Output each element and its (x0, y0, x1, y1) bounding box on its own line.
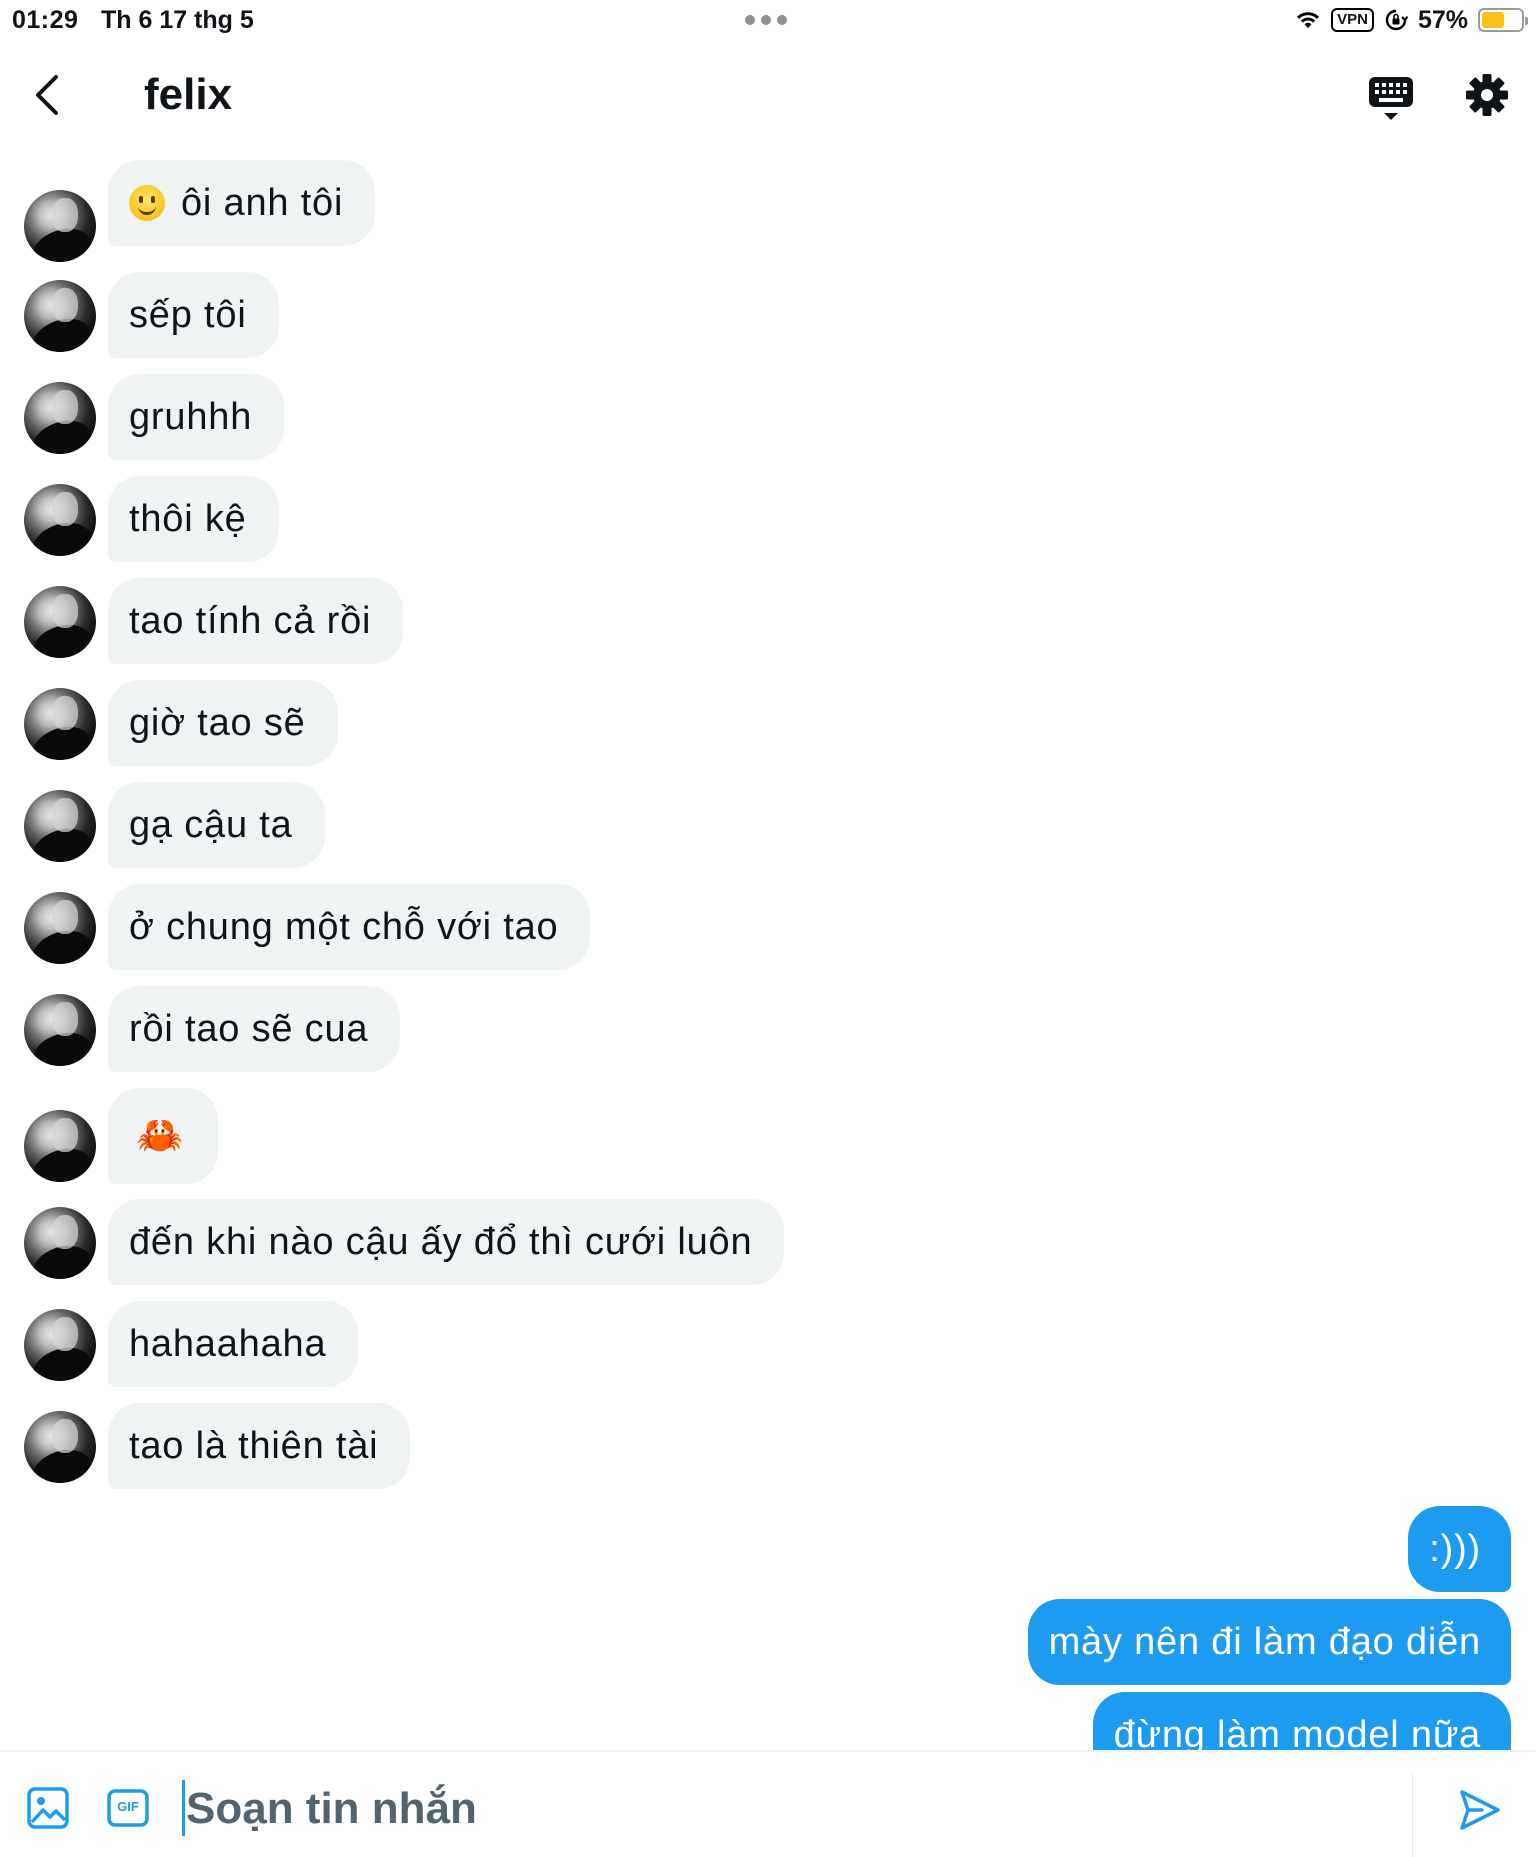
vpn-badge: VPN (1331, 8, 1374, 32)
incoming-message-bubble[interactable]: 🦀 (108, 1088, 219, 1184)
status-bar: 01:29 Th 6 17 thg 5 VPN 57% (0, 0, 1536, 40)
orientation-lock-icon (1385, 9, 1408, 31)
avatar[interactable] (24, 994, 96, 1066)
avatar[interactable] (24, 280, 96, 352)
message-composer: GIF (0, 1750, 1536, 1857)
incoming-message-bubble[interactable]: sếp tôi (108, 272, 279, 358)
gif-label: GIF (117, 1799, 139, 1814)
incoming-message-bubble[interactable]: tao là thiên tài (108, 1403, 411, 1489)
status-time: 01:29 (12, 6, 79, 34)
incoming-message-bubble[interactable]: gạ cậu ta (108, 782, 325, 868)
incoming-message-bubble[interactable]: ôi anh tôi (108, 160, 376, 246)
avatar[interactable] (24, 688, 96, 760)
incoming-message-bubble[interactable]: hahaahaha (108, 1301, 359, 1387)
incoming-message-bubble[interactable]: rồi tao sẽ cua (108, 986, 401, 1072)
avatar[interactable] (24, 1110, 96, 1182)
composer-divider (1412, 1774, 1413, 1857)
message-input[interactable] (182, 1766, 1382, 1852)
avatar[interactable] (24, 1207, 96, 1279)
avatar[interactable] (24, 382, 96, 454)
status-date: Th 6 17 thg 5 (101, 6, 254, 34)
battery-icon (1478, 8, 1528, 32)
keyboard-icon (1369, 77, 1413, 120)
avatar[interactable] (24, 892, 96, 964)
status-indicators: VPN 57% (1295, 4, 1528, 36)
battery-percent: 57% (1417, 5, 1468, 34)
incoming-message-bubble[interactable]: gruhhh (108, 374, 285, 460)
conversation-header: felix (0, 55, 1536, 135)
keyboard-button[interactable] (1365, 73, 1417, 123)
outgoing-message-bubble[interactable]: đừng làm model nữa (1092, 1692, 1511, 1750)
add-image-button[interactable] (26, 1786, 70, 1830)
gear-icon (1466, 74, 1508, 116)
incoming-message-bubble[interactable]: tao tính cả rồi (108, 578, 404, 664)
incoming-message-bubble[interactable]: thôi kệ (108, 476, 279, 562)
avatar[interactable] (24, 1309, 96, 1381)
avatar[interactable] (24, 190, 96, 262)
wifi-icon (1297, 12, 1320, 28)
incoming-message-bubble[interactable]: giờ tao sẽ (108, 680, 338, 766)
send-icon (1460, 1790, 1500, 1830)
incoming-message-bubble[interactable]: đến khi nào cậu ấy đổ thì cưới luôn (108, 1199, 785, 1285)
back-button[interactable] (22, 70, 72, 120)
send-button[interactable] (1458, 1788, 1502, 1832)
outgoing-message-bubble[interactable]: mày nên đi làm đạo diễn (1027, 1599, 1511, 1685)
avatar[interactable] (24, 1411, 96, 1483)
incoming-message-bubble[interactable]: ở chung một chỗ với tao (108, 884, 591, 970)
smiling-face-icon (129, 185, 165, 221)
message-list[interactable]: ôi anh tôi sếp tôi gruhhh thôi kệ tao tí… (0, 150, 1536, 1750)
multitasking-dots-icon[interactable] (745, 15, 787, 25)
add-gif-button[interactable]: GIF (106, 1786, 150, 1830)
avatar[interactable] (24, 586, 96, 658)
chevron-left-icon (36, 75, 58, 115)
avatar[interactable] (24, 484, 96, 556)
outgoing-message-bubble[interactable]: :))) (1408, 1506, 1511, 1592)
message-text: ôi anh tôi (181, 182, 344, 224)
image-icon (27, 1787, 69, 1829)
avatar[interactable] (24, 790, 96, 862)
settings-button[interactable] (1464, 72, 1510, 118)
battery-fill (1482, 12, 1504, 28)
conversation-title: felix (144, 70, 233, 119)
